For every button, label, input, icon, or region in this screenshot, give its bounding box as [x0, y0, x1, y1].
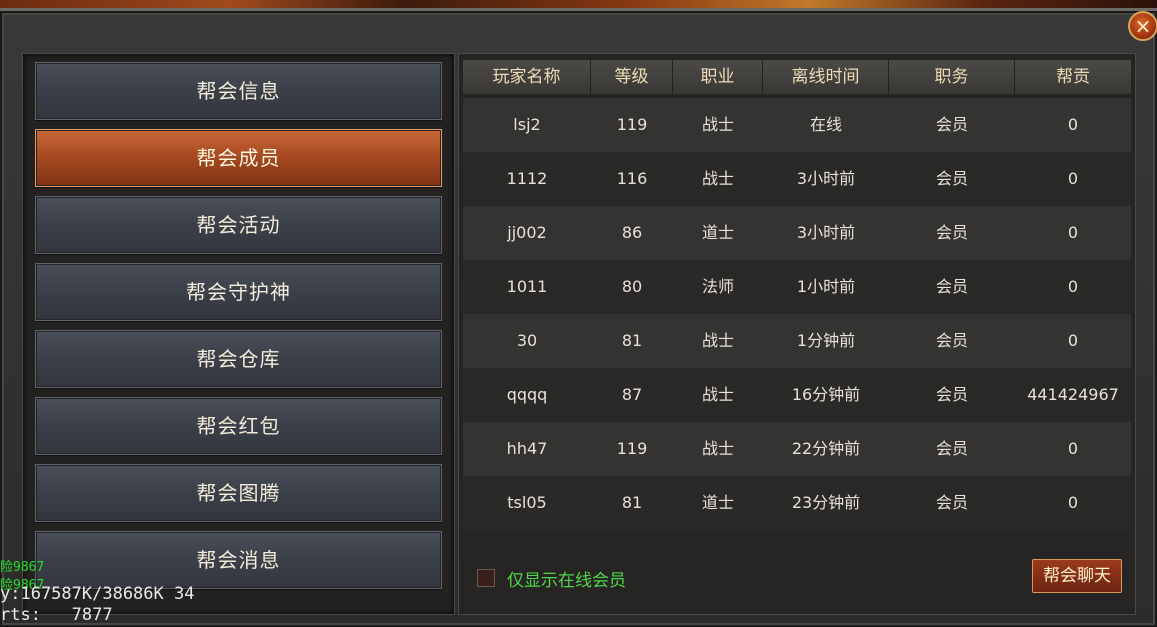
cell-player-name: 1112 — [506, 169, 548, 188]
member-list-panel: 玩家名称 等级 职业 离线时间 职务 帮贡 lsj2 119 战士 在线 会员 … — [458, 53, 1136, 615]
cell-position: 会员 — [935, 277, 968, 296]
header-level[interactable]: 等级 — [591, 60, 673, 94]
tab-guild-red-packet[interactable]: 帮会红包 — [35, 397, 442, 455]
header-player-name[interactable]: 玩家名称 — [463, 60, 591, 94]
cell-player-name: qqqq — [506, 385, 548, 404]
header-contribution[interactable]: 帮贡 — [1015, 60, 1131, 94]
cell-position: 会员 — [935, 331, 968, 350]
cell-position: 会员 — [935, 385, 968, 404]
cell-level: 86 — [621, 223, 643, 242]
guild-window: × 帮会信息 帮会成员 帮会活动 帮会守护神 帮会仓库 帮会红包 帮会图腾 帮会… — [0, 8, 1157, 627]
table-row[interactable]: 1011 80 法师 1小时前 会员 0 — [463, 260, 1131, 314]
cell-level: 80 — [621, 277, 643, 296]
cell-player-name: tsl05 — [507, 493, 547, 512]
cell-class: 道士 — [701, 493, 734, 512]
cell-player-name: 1011 — [506, 277, 548, 296]
guild-chat-button[interactable]: 帮会聊天 — [1032, 559, 1122, 593]
cell-contribution: 0 — [1067, 115, 1079, 134]
header-position[interactable]: 职务 — [889, 60, 1015, 94]
cell-class: 战士 — [701, 115, 734, 134]
table-row[interactable]: tsl05 81 道士 23分钟前 会员 0 — [463, 476, 1131, 530]
cell-contribution: 0 — [1067, 439, 1079, 458]
cell-level: 119 — [616, 439, 648, 458]
cell-level: 116 — [616, 169, 648, 188]
cell-level: 87 — [621, 385, 643, 404]
cell-player-name: jj002 — [507, 223, 547, 242]
cell-class: 战士 — [701, 331, 734, 350]
cell-position: 会员 — [935, 115, 968, 134]
cell-level: 81 — [621, 331, 643, 350]
table-row[interactable]: hh47 119 战士 22分钟前 会员 0 — [463, 422, 1131, 476]
cell-offline-time: 1分钟前 — [796, 331, 856, 350]
tab-guild-warehouse[interactable]: 帮会仓库 — [35, 330, 442, 388]
online-only-checkbox[interactable] — [477, 569, 495, 587]
cell-offline-time: 16分钟前 — [791, 385, 861, 404]
cell-contribution: 0 — [1067, 223, 1079, 242]
online-only-label[interactable]: 仅显示在线会员 — [507, 566, 626, 591]
cell-class: 道士 — [701, 223, 734, 242]
cell-offline-time: 1小时前 — [796, 277, 856, 296]
cell-contribution: 441424967 — [1027, 385, 1119, 404]
tab-guild-members[interactable]: 帮会成员 — [35, 129, 442, 187]
tab-guild-guardian[interactable]: 帮会守护神 — [35, 263, 442, 321]
close-icon[interactable]: × — [1128, 11, 1157, 41]
cell-offline-time: 3小时前 — [796, 169, 856, 188]
cell-player-name: lsj2 — [513, 115, 541, 134]
cell-class: 战士 — [701, 385, 734, 404]
cell-contribution: 0 — [1067, 169, 1079, 188]
cell-level: 81 — [621, 493, 643, 512]
header-class[interactable]: 职业 — [673, 60, 763, 94]
cell-position: 会员 — [935, 169, 968, 188]
cell-offline-time: 22分钟前 — [791, 439, 861, 458]
cell-offline-time: 3小时前 — [796, 223, 856, 242]
table-row[interactable]: 1112 116 战士 3小时前 会员 0 — [463, 152, 1131, 206]
cell-contribution: 0 — [1067, 277, 1079, 296]
table-row[interactable]: jj002 86 道士 3小时前 会员 0 — [463, 206, 1131, 260]
debug-line-1: 险9867 — [0, 560, 45, 575]
table-row[interactable]: 30 81 战士 1分钟前 会员 0 — [463, 314, 1131, 368]
tab-guild-activities[interactable]: 帮会活动 — [35, 196, 442, 254]
cell-class: 战士 — [701, 439, 734, 458]
header-offline-time[interactable]: 离线时间 — [763, 60, 889, 94]
cell-offline-time: 23分钟前 — [791, 493, 861, 512]
tab-guild-info[interactable]: 帮会信息 — [35, 62, 442, 120]
cell-offline-time: 在线 — [809, 115, 842, 134]
cell-position: 会员 — [935, 439, 968, 458]
debug-line-3: y:167587K/38686K 34 — [0, 584, 195, 604]
cell-contribution: 0 — [1067, 331, 1079, 350]
cell-class: 战士 — [701, 169, 734, 188]
cell-position: 会员 — [935, 223, 968, 242]
cell-player-name: hh47 — [506, 439, 548, 458]
cell-level: 119 — [616, 115, 648, 134]
table-row[interactable]: lsj2 119 战士 在线 会员 0 — [463, 98, 1131, 152]
tab-guild-totem[interactable]: 帮会图腾 — [35, 464, 442, 522]
table-row[interactable]: qqqq 87 战士 16分钟前 会员 441424967 — [463, 368, 1131, 422]
tab-guild-messages[interactable]: 帮会消息 — [35, 531, 442, 589]
table-header: 玩家名称 等级 职业 离线时间 职务 帮贡 — [463, 60, 1131, 94]
cell-position: 会员 — [935, 493, 968, 512]
cell-class: 法师 — [701, 277, 734, 296]
guild-nav-panel: 帮会信息 帮会成员 帮会活动 帮会守护神 帮会仓库 帮会红包 帮会图腾 帮会消息 — [22, 53, 455, 615]
debug-line-4: rts: 7877 — [0, 605, 113, 625]
cell-contribution: 0 — [1067, 493, 1079, 512]
cell-player-name: 30 — [516, 331, 538, 350]
